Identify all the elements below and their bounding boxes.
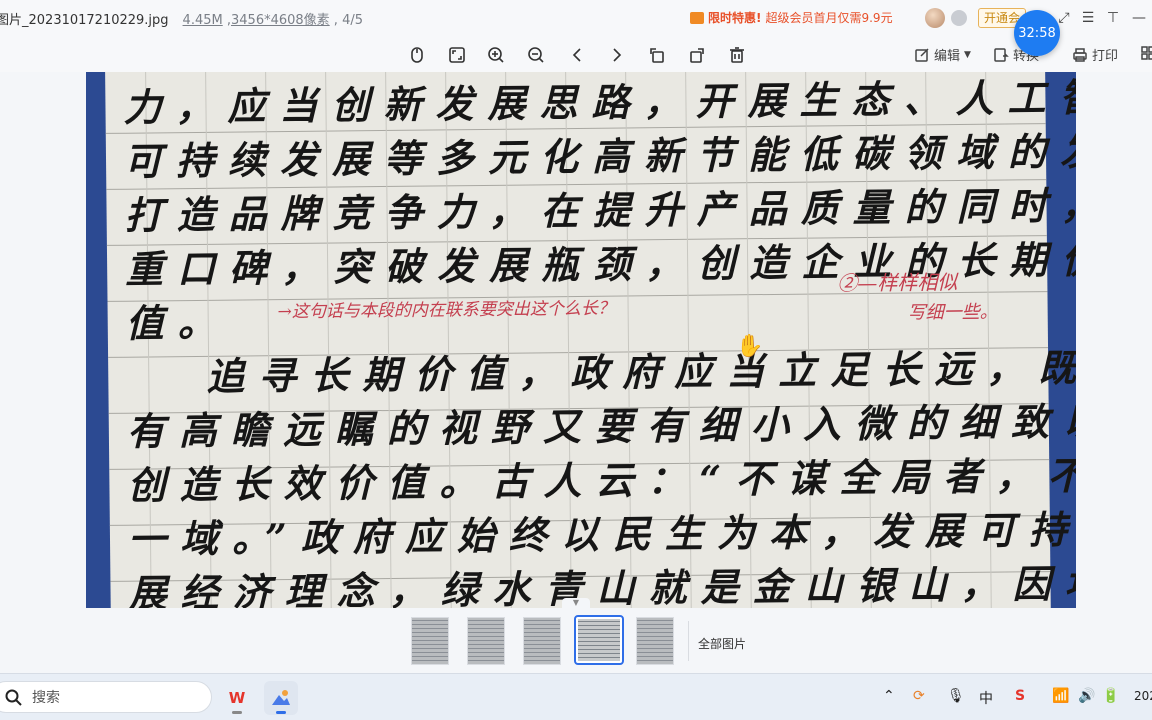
chevron-up-icon[interactable]: ⌃ <box>883 688 895 704</box>
document-photo[interactable]: 力，应当创新发展思路，开展生态、人工智能 可持续发展等多元化高新节能低碳领域的发… <box>86 72 1076 608</box>
thumbnail-3[interactable] <box>523 617 561 665</box>
more-icon[interactable] <box>1140 45 1152 61</box>
search-icon <box>5 689 22 706</box>
annotation-right-1: ②—样样相似 <box>837 270 958 296</box>
taskbar-search[interactable]: 搜索 <box>0 681 212 713</box>
hand-cursor-icon: ✋ <box>736 334 764 359</box>
pin-icon[interactable]: ⊤ <box>1104 9 1122 27</box>
taskbar: 搜索 W ⌃ ⟳ 🎙 中 S 📶 🔊 🔋 202 <box>0 673 1152 720</box>
collapse-thumbnails-icon[interactable]: ▼ <box>562 598 590 608</box>
annotation-right-2: 写细一些。 <box>907 301 998 324</box>
thumbnail-5[interactable] <box>636 617 674 665</box>
edit-button[interactable]: 编辑 ▼ <box>914 45 971 64</box>
file-meta: 4.45M ,3456*4608像素 , 4/5 <box>182 12 363 28</box>
thumbnail-1[interactable] <box>411 617 449 665</box>
convert-icon <box>994 47 1009 62</box>
microphone-icon[interactable]: 🎙 <box>947 688 965 704</box>
print-button[interactable]: 打印 <box>1072 45 1118 64</box>
promo-banner[interactable]: 限时特惠! 超级会员首月仅需9.9元 <box>690 9 893 26</box>
volume-icon[interactable]: 🔊 <box>1078 688 1095 704</box>
photo-viewer-app-icon[interactable] <box>264 681 298 715</box>
avatar[interactable] <box>925 8 945 28</box>
file-name: 图片_20231017210229.jpg <box>0 12 169 28</box>
fit-screen-icon[interactable] <box>446 44 468 66</box>
promo-text: 超级会员首月仅需9.9元 <box>765 11 893 25</box>
recording-timer[interactable]: 32:58 <box>1014 10 1060 56</box>
grid-paper: 力，应当创新发展思路，开展生态、人工智能 可持续发展等多元化高新节能低碳领域的发… <box>105 72 1076 608</box>
clock[interactable]: 202 <box>1134 689 1152 703</box>
wps-tray-icon[interactable]: S <box>1015 688 1025 704</box>
sync-icon[interactable]: ⟳ <box>913 688 925 704</box>
wps-app-icon[interactable]: W <box>220 681 254 715</box>
toolbar: 编辑 ▼ 转换 打印 <box>0 36 1152 72</box>
menu-icon[interactable]: ☰ <box>1079 9 1097 27</box>
minimize-icon[interactable]: — <box>1130 9 1148 27</box>
delete-icon[interactable] <box>726 44 748 66</box>
thumbnail-2[interactable] <box>467 617 505 665</box>
edit-icon <box>915 47 929 62</box>
chevron-down-icon: ▼ <box>964 49 971 60</box>
annotation-middle: →这句话与本段的内在联系要突出这个么长？ <box>277 298 615 323</box>
handwriting-line-5: 值。 <box>125 299 230 346</box>
wifi-icon[interactable]: 📶 <box>1052 688 1069 704</box>
rotate-left-icon[interactable] <box>646 44 668 66</box>
image-resolution[interactable]: 3456*4608像素 <box>231 13 330 28</box>
thumbnail-divider <box>688 621 689 661</box>
image-viewer[interactable]: 力，应当创新发展思路，开展生态、人工智能 可持续发展等多元化高新节能低碳领域的发… <box>0 72 1152 609</box>
handwriting-line-10: 展经济理念，绿水青山就是金山银山，因地制 <box>128 559 1076 608</box>
zoom-in-icon[interactable] <box>485 44 507 66</box>
thumbnail-strip: 全部图片 <box>0 609 1152 673</box>
vip-badge-icon[interactable] <box>951 10 967 26</box>
battery-icon[interactable]: 🔋 <box>1102 688 1119 704</box>
previous-icon[interactable] <box>566 44 588 66</box>
page-index: 4/5 <box>342 12 363 28</box>
input-method-icon[interactable]: 中 <box>979 688 993 708</box>
search-placeholder: 搜索 <box>32 690 60 706</box>
all-pictures-link[interactable]: 全部图片 <box>698 635 746 652</box>
printer-icon <box>1073 47 1087 62</box>
mouse-mode-icon[interactable] <box>406 44 428 66</box>
rotate-right-icon[interactable] <box>686 44 708 66</box>
edit-label: 编辑 <box>934 49 961 64</box>
next-icon[interactable] <box>606 44 628 66</box>
zoom-out-icon[interactable] <box>525 44 547 66</box>
promo-hot-label: 限时特惠! <box>708 11 762 25</box>
file-size[interactable]: 4.45M <box>183 13 223 28</box>
print-label: 打印 <box>1092 49 1119 64</box>
thumbnail-4-selected[interactable] <box>574 615 624 665</box>
speaker-icon <box>690 11 704 24</box>
